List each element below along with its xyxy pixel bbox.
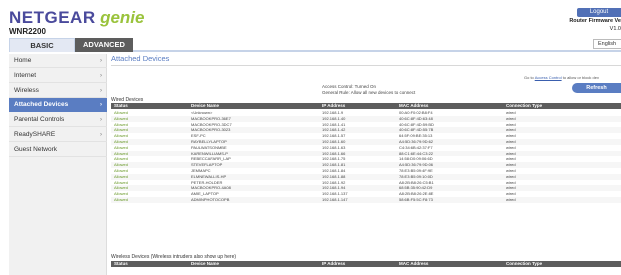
column-header-connection-type: Connection Type <box>506 103 543 108</box>
column-header-mac: MAC Address <box>399 261 429 266</box>
sidebar-nav: Home › Internet › Wireless › Attached De… <box>9 54 107 275</box>
column-header-status: Status <box>114 103 128 108</box>
page-title: Attached Devices <box>111 54 170 63</box>
brand-name: NETGEAR <box>9 8 96 27</box>
table-row: Allowed ADMINPHOTOCOPB 192.168.1.147 58:6B:… <box>111 196 621 203</box>
access-control-link[interactable]: Access Control <box>535 75 562 80</box>
chevron-right-icon: › <box>100 88 102 94</box>
column-header-status: Status <box>114 261 128 266</box>
access-control-info: Access Control: Turned On General Rule: … <box>322 84 415 95</box>
tab-advanced[interactable]: ADVANCED <box>75 38 133 52</box>
column-header-ip: IP Address <box>322 103 346 108</box>
wireless-table-header: Status Device Name IP Address MAC Addres… <box>111 261 621 267</box>
sidebar-item-readyshare[interactable]: ReadySHARE › <box>9 128 107 142</box>
sidebar-item-label: Home <box>14 57 32 64</box>
title-divider <box>111 65 621 66</box>
device-status: Allowed <box>114 196 129 202</box>
access-note-prefix: Go to <box>524 75 535 80</box>
sidebar-item-attached-devices[interactable]: Attached Devices › <box>9 98 107 112</box>
sidebar-item-label: Guest Network <box>14 146 57 153</box>
firmware-label: Router Firmware Ve <box>569 18 621 24</box>
column-header-ip: IP Address <box>322 261 346 266</box>
wireless-devices-label: Wireless Devices (Wireless intruders als… <box>111 254 237 260</box>
firmware-version: V1.0 <box>609 26 621 32</box>
sidebar-item-wireless[interactable]: Wireless › <box>9 84 107 98</box>
column-header-device-name: Device Name <box>191 261 220 266</box>
column-header-device-name: Device Name <box>191 103 220 108</box>
sidebar-item-label: Attached Devices <box>14 101 69 108</box>
column-header-connection-type: Connection Type <box>506 261 543 266</box>
device-ip: 192.168.1.147 <box>322 196 348 202</box>
access-note-suffix: to allow or block dev <box>561 75 599 80</box>
sidebar-item-label: Parental Controls <box>14 116 65 123</box>
chevron-right-icon: › <box>100 58 102 64</box>
chevron-right-icon: › <box>100 73 102 79</box>
sidebar-item-label: Wireless <box>14 87 39 94</box>
device-name: ADMINPHOTOCOPB <box>191 196 230 202</box>
chevron-right-icon: › <box>100 132 102 138</box>
device-connection-type: wired <box>506 196 516 202</box>
sidebar-item-label: ReadySHARE <box>14 131 56 138</box>
wired-table-header: Status Device Name IP Address MAC Addres… <box>111 103 621 109</box>
sidebar-item-label: Internet <box>14 72 37 79</box>
general-rule: General Rule: Allow all new devices to c… <box>322 89 416 95</box>
device-mac: 58:6B:F5:5C:F8:73 <box>399 196 433 202</box>
sidebar-item-parental-controls[interactable]: Parental Controls › <box>9 113 107 127</box>
logout-button[interactable]: Logout <box>577 8 621 17</box>
main-tab-bar: BASIC ADVANCED <box>9 38 621 52</box>
router-model: WNR2200 <box>9 27 46 36</box>
chevron-right-icon: › <box>100 117 102 123</box>
wired-devices-table: Allowed <Unknown> 192.168.1.9 00:A0:F0:02:B… <box>111 110 621 203</box>
chevron-right-icon: › <box>100 102 102 108</box>
tab-basic[interactable]: BASIC <box>9 38 75 52</box>
access-control-note: Go to Access Control to allow or block d… <box>524 75 599 80</box>
sidebar-item-guest-network[interactable]: Guest Network <box>9 143 107 157</box>
column-header-mac: MAC Address <box>399 103 429 108</box>
sidebar-item-internet[interactable]: Internet › <box>9 69 107 83</box>
netgear-genie-logo: NETGEAR genie <box>9 8 144 28</box>
sidebar-item-home[interactable]: Home › <box>9 54 107 68</box>
refresh-button[interactable]: Refresh <box>572 83 621 93</box>
product-name: genie <box>100 8 145 27</box>
